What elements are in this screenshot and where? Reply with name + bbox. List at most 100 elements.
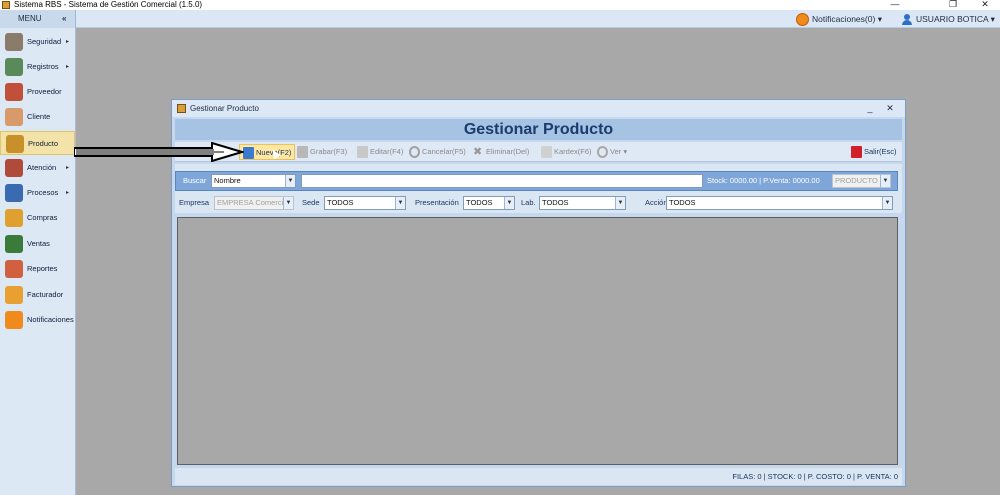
tipo-select[interactable]: PRODUCTO ▼ [832,174,891,188]
sidebar-item-ventas[interactable]: Ventas [0,232,75,256]
salir-button[interactable]: Salir(Esc) [851,144,897,160]
lock-icon [5,33,23,51]
bell-icon [796,13,809,27]
minimize-button[interactable]: — [880,0,910,10]
sidebar-item-cliente[interactable]: Cliente [0,105,75,129]
dialog-title: Gestionar Producto [190,104,259,113]
sede-label: Sede [302,198,320,207]
client-icon [5,108,23,126]
cancelar-label: Cancelar(F5) [422,147,466,156]
edit-icon [357,146,368,159]
status-bar: FILAS: 0 | STOCK: 0 | P. COSTO: 0 | P. V… [175,468,902,485]
sidebar-item-registros[interactable]: Registros ▸ [0,55,75,79]
sede-value: TODOS [327,198,354,207]
window-titlebar: Sistema RBS - Sistema de Gestión Comerci… [0,0,1000,10]
submenu-arrow-icon: ▸ [66,39,70,45]
buscar-field-value: Nombre [214,176,241,185]
close-button[interactable]: ✕ [970,0,1000,10]
sidebar-item-label: Facturador [27,290,64,299]
accion-select[interactable]: TODOS ▼ [666,196,893,210]
dialog-close-button[interactable]: ✕ [882,100,898,117]
sidebar-item-producto[interactable]: Producto [0,131,75,155]
dialog-toolbar: Mo Nuevo(F2) Grabar(F3) Editar(F4) Cance… [175,142,902,162]
editar-button[interactable]: Editar(F4) [357,144,403,160]
attention-icon [5,159,23,177]
exit-door-icon [851,146,862,159]
dialog-minimize-button[interactable]: _ [862,100,878,117]
gestionar-producto-dialog: Gestionar Producto _ ✕ Gestionar Product… [171,99,906,487]
bell-icon [5,311,23,329]
sidebar-item-compras[interactable]: Compras [0,206,75,230]
delete-icon: ✖ [473,146,483,159]
lab-select[interactable]: TODOS ▼ [539,196,626,210]
kardex-icon [541,146,552,159]
restore-button[interactable]: ❐ [938,0,968,10]
cash-register-icon [5,235,23,253]
app-icon [2,1,10,9]
sidebar-item-notificaciones[interactable]: Notificaciones [0,308,75,332]
lab-value: TODOS [542,198,569,207]
empresa-value: EMPRESA Comerci [217,198,284,207]
buscar-field-select[interactable]: Nombre ▼ [211,174,296,188]
kardex-label: Kardex(F6) [554,147,592,156]
tipo-value: PRODUCTO [835,176,878,185]
cancelar-button[interactable]: Cancelar(F5) [409,144,466,160]
notifications-caret-icon: ▾ [877,14,882,24]
buscar-label: Buscar [183,176,207,185]
submenu-arrow-icon: ▸ [66,64,70,70]
sidebar: Seguridad ▸ Registros ▸ Proveedor Cliente Prod… [0,28,76,495]
sidebar-item-reportes[interactable]: Reportes [0,257,75,281]
sidebar-item-label: Procesos [27,188,59,197]
save-icon [297,146,308,159]
sidebar-item-facturador[interactable]: Facturador [0,283,75,307]
sidebar-item-procesos[interactable]: Procesos ▸ [0,181,75,205]
eliminar-label: Eliminar(Del) [486,147,530,156]
ver-button[interactable]: Ver ▾ [597,144,627,160]
nuevo-button[interactable]: Nuevo(F2) [239,144,296,160]
submenu-arrow-icon: ▸ [66,165,70,171]
presentacion-select[interactable]: TODOS ▼ [463,196,515,210]
chevron-down-icon: ▼ [283,197,293,209]
empresa-select[interactable]: EMPRESA Comerci ▼ [214,196,294,210]
process-icon [5,184,23,202]
ver-caret-icon: ▾ [623,147,628,156]
grabar-label: Grabar(F3) [310,147,348,156]
salir-label: Salir(Esc) [864,147,897,156]
sidebar-item-proveedor[interactable]: Proveedor [0,80,75,104]
ver-label: Ver [610,147,622,156]
menu-toggle-button[interactable]: MENU « [0,10,76,28]
grabar-button[interactable]: Grabar(F3) [297,144,347,160]
accion-value: TODOS [669,198,696,207]
chart-icon [5,260,23,278]
annotation-arrow-icon [74,142,244,162]
supplier-icon [5,83,23,101]
sidebar-item-atencin[interactable]: Atención ▸ [0,156,75,180]
sidebar-item-label: Compras [27,213,58,222]
notifications-menu[interactable]: Notificaciones(0) ▾ [796,12,882,27]
sidebar-item-label: Reportes [27,264,58,273]
sede-select[interactable]: TODOS ▼ [324,196,406,210]
products-grid[interactable] [177,217,898,465]
kardex-button[interactable]: Kardex(F6) [541,144,592,160]
invoice-icon [5,286,23,304]
sidebar-item-label: Ventas [27,239,50,248]
product-box-icon [6,135,24,153]
submenu-arrow-icon: ▸ [66,190,70,196]
sidebar-item-label: Seguridad [27,37,62,46]
user-icon [901,13,913,26]
notifications-label: Notificaciones(0) [812,14,876,24]
new-document-icon [243,147,254,160]
user-menu[interactable]: USUARIO BOTICA ▾ [901,12,995,26]
sidebar-item-label: Producto [28,139,59,148]
chevron-down-icon: ▼ [882,197,892,209]
eliminar-button[interactable]: ✖ Eliminar(Del) [473,144,529,160]
empresa-label: Empresa [179,198,210,207]
chevron-down-icon: ▼ [880,175,890,187]
search-input[interactable] [301,174,703,188]
chevron-down-icon: ▼ [615,197,625,209]
dialog-header: Gestionar Producto [175,119,902,140]
cancel-icon [409,146,420,159]
sidebar-item-seguridad[interactable]: Seguridad ▸ [0,30,75,54]
chevron-down-icon: ▼ [504,197,514,209]
window-title: Sistema RBS - Sistema de Gestión Comerci… [14,0,203,9]
